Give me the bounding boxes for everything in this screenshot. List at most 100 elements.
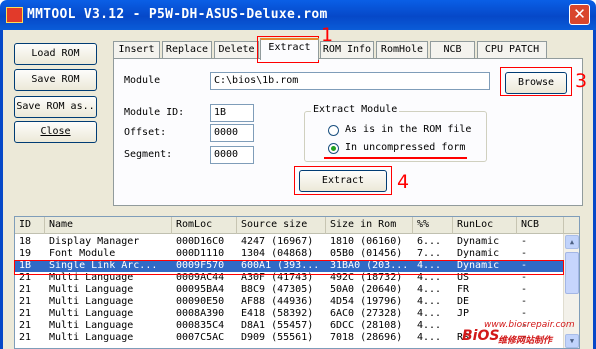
table-cell: - bbox=[521, 284, 528, 295]
save-rom-button[interactable]: Save ROM bbox=[14, 69, 97, 91]
save-rom-as-button[interactable]: Save ROM as.. bbox=[14, 96, 97, 118]
table-cell: 7018 (28696) bbox=[330, 332, 403, 343]
col-id[interactable]: ID bbox=[15, 217, 45, 234]
table-cell: B8C9 (47305) bbox=[241, 284, 314, 295]
table-cell: Font Module bbox=[49, 248, 116, 259]
extract-module-title: Extract Module bbox=[311, 104, 400, 115]
table-cell: 21 bbox=[19, 308, 32, 319]
table-cell: 7... bbox=[417, 248, 442, 259]
close-button[interactable]: Close bbox=[14, 121, 97, 143]
table-cell: D8A1 (55457) bbox=[241, 320, 314, 331]
scroll-thumb[interactable] bbox=[565, 252, 579, 294]
table-cell: D909 (55561) bbox=[241, 332, 314, 343]
table-cell: Multi Language bbox=[49, 320, 134, 331]
annotation-box-extract-button bbox=[294, 166, 392, 195]
table-cell: - bbox=[521, 248, 528, 259]
table-cell: 4... bbox=[417, 308, 442, 319]
table-cell: 4247 (16967) bbox=[241, 236, 314, 247]
table-cell: Multi Language bbox=[49, 296, 134, 307]
table-row[interactable]: 18 Display Manager 000D16C0 4247 (16967) 181… bbox=[15, 236, 564, 248]
annotation-3: 3 bbox=[575, 70, 588, 92]
table-cell: Dynamic bbox=[457, 248, 500, 259]
table-cell: 1304 (04868) bbox=[241, 248, 314, 259]
close-window-button[interactable]: ✕ bbox=[569, 4, 590, 25]
table-header: ID Name RomLoc Source size Size in Rom %… bbox=[15, 217, 579, 234]
table-cell: 000D1110 bbox=[176, 248, 225, 259]
annotation-box-browse bbox=[500, 67, 572, 96]
table-cell: 0007C5AC bbox=[176, 332, 225, 343]
table-cell: Multi Language bbox=[49, 308, 134, 319]
table-cell: 21 bbox=[19, 332, 32, 343]
app-icon bbox=[6, 7, 23, 23]
watermark: www.biosrepair.com BiOS 维修网站制作 bbox=[462, 320, 586, 348]
table-cell: AF88 (44936) bbox=[241, 296, 314, 307]
table-row[interactable]: 19 Font Module 000D1110 1304 (04868) 05B0 (0… bbox=[15, 248, 564, 260]
table-cell: 4D54 (19796) bbox=[330, 296, 403, 307]
tab-cpu-patch[interactable]: CPU PATCH bbox=[477, 41, 547, 59]
offset-field[interactable]: 0000 bbox=[210, 124, 254, 142]
table-cell: 4... bbox=[417, 296, 442, 307]
uncompressed-label[interactable]: In uncompressed form bbox=[345, 142, 465, 153]
tab-extract[interactable]: Extract bbox=[260, 38, 319, 60]
col-percent[interactable]: %% bbox=[413, 217, 453, 234]
tab-delete[interactable]: Delete bbox=[214, 41, 259, 59]
col-name[interactable]: Name bbox=[45, 217, 172, 234]
segment-label: Segment: bbox=[124, 149, 173, 160]
table-cell: 4... bbox=[417, 284, 442, 295]
table-row[interactable]: 21 Multi Language 00090E50 AF88 (44936) 4D54… bbox=[15, 296, 564, 308]
tab-replace[interactable]: Replace bbox=[162, 41, 212, 59]
col-size-in-rom[interactable]: Size in Rom bbox=[326, 217, 413, 234]
uncompressed-radio[interactable] bbox=[328, 143, 339, 154]
load-rom-button[interactable]: Load ROM bbox=[14, 43, 97, 65]
table-cell: 6... bbox=[417, 236, 442, 247]
scroll-up-icon[interactable]: ▲ bbox=[565, 235, 579, 249]
table-cell: 6AC0 (27328) bbox=[330, 308, 403, 319]
table-cell: FR bbox=[457, 284, 470, 295]
module-id-field[interactable]: 1B bbox=[210, 104, 254, 122]
table-cell: 1810 (06160) bbox=[330, 236, 403, 247]
col-source-size[interactable]: Source size bbox=[237, 217, 326, 234]
table-cell: - bbox=[521, 308, 528, 319]
table-cell: 21 bbox=[19, 296, 32, 307]
table-cell: 50A0 (20640) bbox=[330, 284, 403, 295]
table-row[interactable]: 21 Multi Language 00095BA4 B8C9 (47305) 50A0… bbox=[15, 284, 564, 296]
module-label: Module bbox=[124, 75, 161, 86]
table-cell: 19 bbox=[19, 248, 32, 259]
table-cell: - bbox=[521, 296, 528, 307]
table-cell: 05B0 (01456) bbox=[330, 248, 403, 259]
table-cell: Display Manager bbox=[49, 236, 140, 247]
table-cell: 18 bbox=[19, 236, 32, 247]
table-cell: 0008A390 bbox=[176, 308, 225, 319]
title-bar: MMTOOL V3.12 - P5W-DH-ASUS-Deluxe.rom ✕ bbox=[0, 0, 596, 30]
extract-module-group bbox=[304, 111, 487, 162]
table-cell: Multi Language bbox=[49, 284, 134, 295]
table-cell: 21 bbox=[19, 284, 32, 295]
tab-insert[interactable]: Insert bbox=[113, 41, 160, 59]
table-cell: 21 bbox=[19, 320, 32, 331]
annotation-underline-uncompressed bbox=[324, 157, 467, 159]
table-cell: Dynamic bbox=[457, 236, 500, 247]
col-romloc[interactable]: RomLoc bbox=[172, 217, 237, 234]
tab-romhole[interactable]: RomHole bbox=[376, 41, 428, 59]
as-is-label[interactable]: As is in the ROM file bbox=[345, 124, 471, 135]
col-runloc[interactable]: RunLoc bbox=[453, 217, 517, 234]
offset-label: Offset: bbox=[124, 127, 167, 138]
table-cell: E418 (58392) bbox=[241, 308, 314, 319]
col-ncb[interactable]: NCB bbox=[517, 217, 564, 234]
table-row[interactable]: 21 Multi Language 0008A390 E418 (58392) 6AC0… bbox=[15, 308, 564, 320]
annotation-4: 4 bbox=[397, 171, 410, 193]
table-cell: DE bbox=[457, 296, 470, 307]
segment-field[interactable]: 0000 bbox=[210, 146, 254, 164]
annotation-box-selected-row bbox=[14, 260, 564, 275]
watermark-logo: BiOS bbox=[462, 328, 500, 344]
as-is-radio[interactable] bbox=[328, 125, 339, 136]
tab-ncb[interactable]: NCB bbox=[430, 41, 475, 59]
watermark-text: 维修网站制作 bbox=[498, 336, 553, 346]
table-cell: Multi Language bbox=[49, 332, 134, 343]
table-cell: JP bbox=[457, 308, 470, 319]
table-cell: 6DCC (28108) bbox=[330, 320, 403, 331]
table-cell: 00095BA4 bbox=[176, 284, 225, 295]
module-path-field[interactable]: C:\bios\1b.rom bbox=[210, 72, 490, 90]
table-cell: 000D16C0 bbox=[176, 236, 225, 247]
annotation-1: 1 bbox=[321, 24, 334, 46]
